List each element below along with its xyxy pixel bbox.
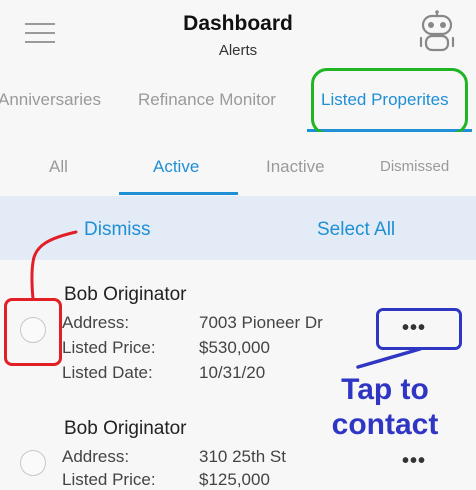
annotation-red-box bbox=[4, 298, 62, 366]
annotation-blue-box bbox=[376, 308, 462, 350]
annotation-tap-to-contact: Tap to contact bbox=[331, 373, 439, 441]
